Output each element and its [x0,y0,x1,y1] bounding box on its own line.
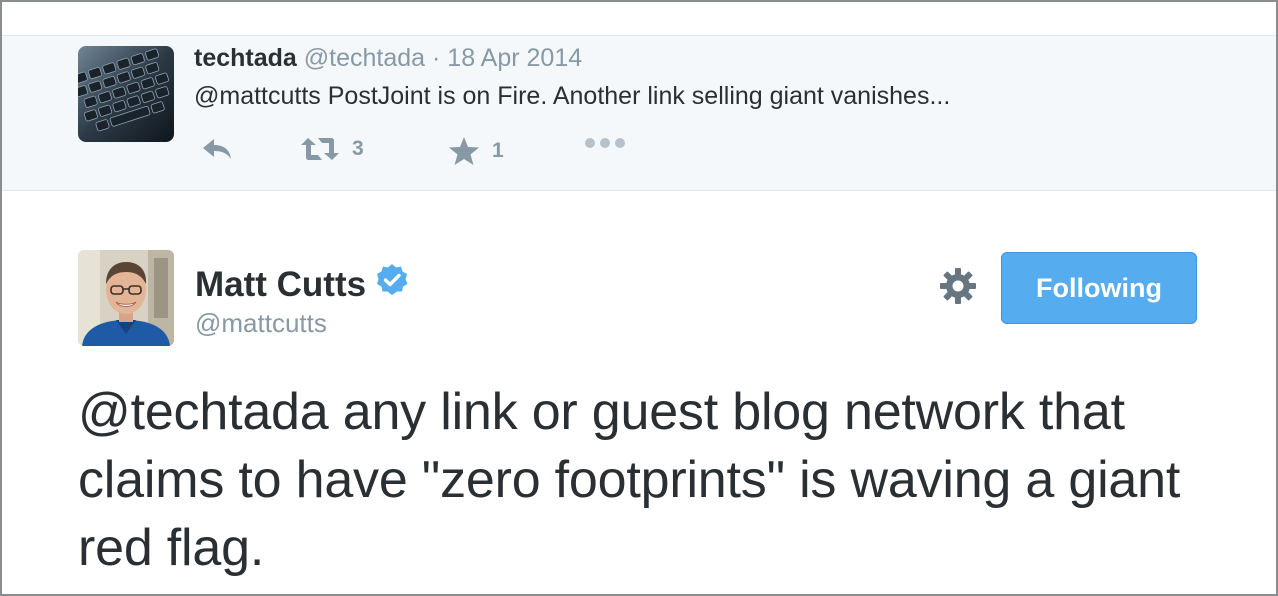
gear-icon[interactable] [938,266,978,306]
reply-actions: 3 1 [194,136,654,172]
verified-badge-icon [374,262,410,307]
reply-author-avatar[interactable] [78,46,174,142]
author-name[interactable]: Matt Cutts [195,265,366,305]
reply-icon [203,139,231,159]
more-icon [585,138,625,148]
tweet-mention[interactable]: @techtada [78,383,329,441]
more-action[interactable] [584,136,626,150]
reply-tweet[interactable]: techtada @techtada · 18 Apr 2014 @mattcu… [2,36,1276,191]
favorite-count: 1 [492,139,504,162]
reply-date[interactable]: 18 Apr 2014 [447,44,582,72]
retweet-icon [301,138,339,160]
star-icon [449,137,479,165]
person-avatar-image [78,250,174,346]
reply-author-name[interactable]: techtada [194,44,297,72]
main-tweet: Matt Cutts @mattcutts Following @techtad… [2,192,1276,594]
retweet-count: 3 [352,137,364,160]
top-strip [2,2,1276,36]
reply-author-handle[interactable]: @techtada [304,44,425,72]
following-button[interactable]: Following [1001,252,1197,324]
author-name-row: Matt Cutts [195,262,410,307]
tweet-frame: techtada @techtada · 18 Apr 2014 @mattcu… [0,0,1278,596]
reply-action[interactable] [200,136,234,162]
tweet-text: @techtada any link or guest blog network… [78,378,1228,582]
favorite-action[interactable]: 1 [448,136,504,166]
reply-text: @mattcutts PostJoint is on Fire. Another… [194,82,950,111]
reply-header: techtada @techtada · 18 Apr 2014 [194,44,582,73]
reply-mention[interactable]: @mattcutts [194,82,321,110]
reply-separator: · [432,44,441,72]
author-handle[interactable]: @mattcutts [195,308,327,339]
reply-text-body: PostJoint is on Fire. Another link selli… [320,82,951,110]
retweet-action[interactable]: 3 [300,136,364,162]
author-avatar[interactable] [78,250,174,346]
keyboard-avatar-image [78,46,174,142]
